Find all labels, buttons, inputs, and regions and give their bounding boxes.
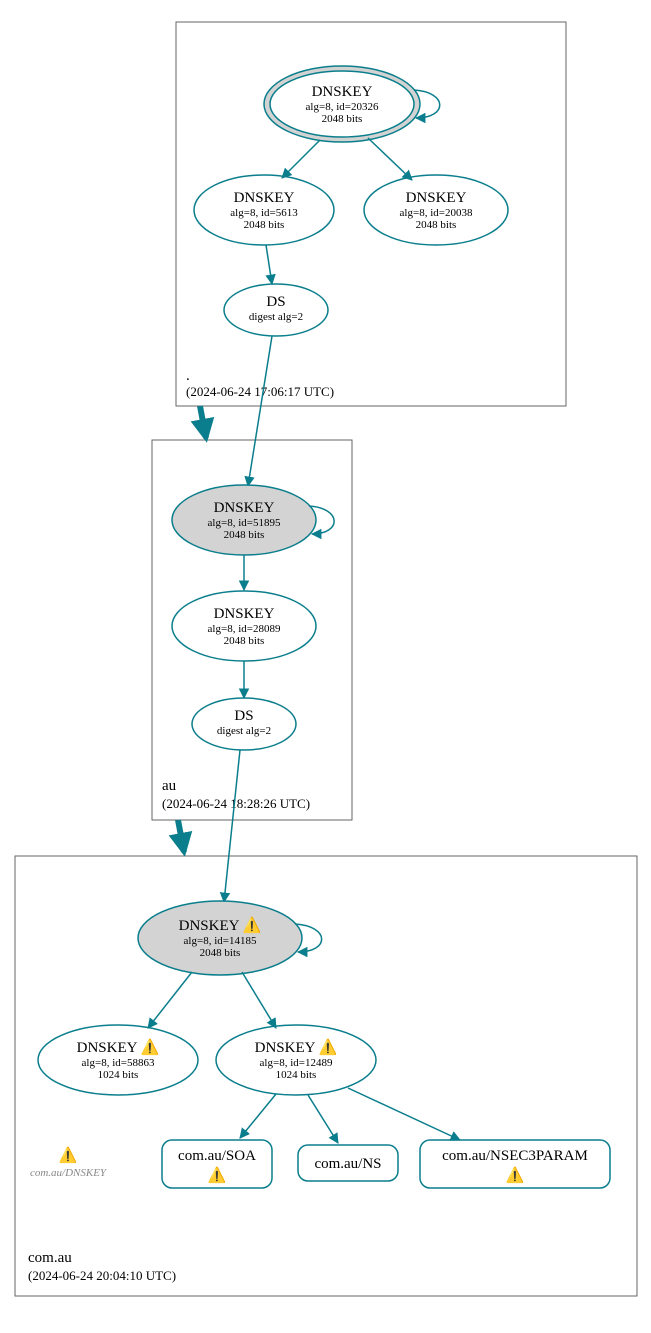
svg-text:alg=8, id=58863: alg=8, id=58863 xyxy=(82,1057,155,1069)
edge-comauksk-zsk1 xyxy=(148,972,192,1028)
node-au-zsk: DNSKEY alg=8, id=28089 2048 bits xyxy=(172,591,316,661)
svg-text:digest alg=2: digest alg=2 xyxy=(217,725,271,737)
svg-text:DNSKEY ⚠️: DNSKEY ⚠️ xyxy=(179,916,262,934)
node-root-zsk1: DNSKEY alg=8, id=5613 2048 bits xyxy=(194,175,334,245)
edge-root-au-zone xyxy=(200,406,206,438)
node-comau-ghost: ⚠️ com.au/DNSKEY xyxy=(30,1146,108,1179)
edge-au-comau-zone xyxy=(178,820,184,852)
edge-comauksk-zsk2 xyxy=(242,972,276,1028)
node-root-ds: DS digest alg=2 xyxy=(224,284,328,336)
svg-text:⚠️: ⚠️ xyxy=(208,1166,227,1184)
svg-text:DNSKEY: DNSKEY xyxy=(312,84,373,100)
edge-zsk2-ns xyxy=(308,1095,338,1143)
svg-text:DS: DS xyxy=(234,708,253,724)
svg-text:2048 bits: 2048 bits xyxy=(224,529,265,541)
svg-text:1024 bits: 1024 bits xyxy=(276,1069,317,1081)
node-au-ksk: DNSKEY alg=8, id=51895 2048 bits xyxy=(172,485,316,555)
svg-text:DNSKEY ⚠️: DNSKEY ⚠️ xyxy=(255,1038,338,1056)
svg-text:2048 bits: 2048 bits xyxy=(224,635,265,647)
svg-text:1024 bits: 1024 bits xyxy=(98,1069,139,1081)
node-comau-ns: com.au/NS xyxy=(298,1145,398,1181)
zone-root-label: . xyxy=(186,368,190,384)
svg-text:⚠️: ⚠️ xyxy=(506,1166,525,1184)
node-comau-ksk: DNSKEY ⚠️ alg=8, id=14185 2048 bits xyxy=(138,901,302,975)
zone-au-time: (2024-06-24 18:28:26 UTC) xyxy=(162,796,310,811)
svg-text:com.au/NSEC3PARAM: com.au/NSEC3PARAM xyxy=(442,1148,588,1164)
svg-text:alg=8, id=51895: alg=8, id=51895 xyxy=(208,517,281,529)
svg-text:2048 bits: 2048 bits xyxy=(244,219,285,231)
svg-text:alg=8, id=14185: alg=8, id=14185 xyxy=(184,935,257,947)
node-comau-zsk2: DNSKEY ⚠️ alg=8, id=12489 1024 bits xyxy=(216,1025,376,1095)
node-root-ksk: DNSKEY alg=8, id=20326 2048 bits xyxy=(264,66,420,142)
zone-au-label: au xyxy=(162,778,177,794)
svg-text:alg=8, id=20326: alg=8, id=20326 xyxy=(306,101,379,113)
edge-rootds-auksk xyxy=(248,336,272,486)
zone-comau-label: com.au xyxy=(28,1250,72,1266)
svg-text:DNSKEY ⚠️: DNSKEY ⚠️ xyxy=(77,1038,160,1056)
node-au-ds: DS digest alg=2 xyxy=(192,698,296,750)
svg-text:2048 bits: 2048 bits xyxy=(322,113,363,125)
node-comau-zsk1: DNSKEY ⚠️ alg=8, id=58863 1024 bits xyxy=(38,1025,198,1095)
svg-text:alg=8, id=5613: alg=8, id=5613 xyxy=(230,207,298,219)
svg-text:com.au/DNSKEY: com.au/DNSKEY xyxy=(30,1167,108,1179)
edge-zsk2-soa xyxy=(240,1094,276,1138)
svg-text:com.au/SOA: com.au/SOA xyxy=(178,1148,256,1164)
edge-rootzsk1-ds xyxy=(266,245,272,284)
edge-auds-comauksk xyxy=(224,750,240,902)
node-comau-soa: com.au/SOA ⚠️ xyxy=(162,1140,272,1188)
edge-rootksk-zsk2 xyxy=(368,138,412,180)
svg-text:digest alg=2: digest alg=2 xyxy=(249,311,303,323)
svg-text:DNSKEY: DNSKEY xyxy=(234,190,295,206)
edge-rootksk-zsk1 xyxy=(282,140,320,178)
edge-zsk2-nsec3 xyxy=(348,1088,460,1140)
svg-text:alg=8, id=12489: alg=8, id=12489 xyxy=(260,1057,333,1069)
node-comau-nsec3: com.au/NSEC3PARAM ⚠️ xyxy=(420,1140,610,1188)
svg-text:DNSKEY: DNSKEY xyxy=(406,190,467,206)
svg-text:DS: DS xyxy=(266,294,285,310)
svg-text:alg=8, id=28089: alg=8, id=28089 xyxy=(208,623,281,635)
svg-text:⚠️: ⚠️ xyxy=(59,1146,78,1164)
svg-text:com.au/NS: com.au/NS xyxy=(314,1156,381,1172)
svg-text:2048 bits: 2048 bits xyxy=(200,947,241,959)
svg-text:2048 bits: 2048 bits xyxy=(416,219,457,231)
svg-text:DNSKEY: DNSKEY xyxy=(214,500,275,516)
node-root-zsk2: DNSKEY alg=8, id=20038 2048 bits xyxy=(364,175,508,245)
svg-text:DNSKEY: DNSKEY xyxy=(214,606,275,622)
zone-root-time: (2024-06-24 17:06:17 UTC) xyxy=(186,384,334,399)
zone-comau-time: (2024-06-24 20:04:10 UTC) xyxy=(28,1268,176,1283)
svg-text:alg=8, id=20038: alg=8, id=20038 xyxy=(400,207,473,219)
